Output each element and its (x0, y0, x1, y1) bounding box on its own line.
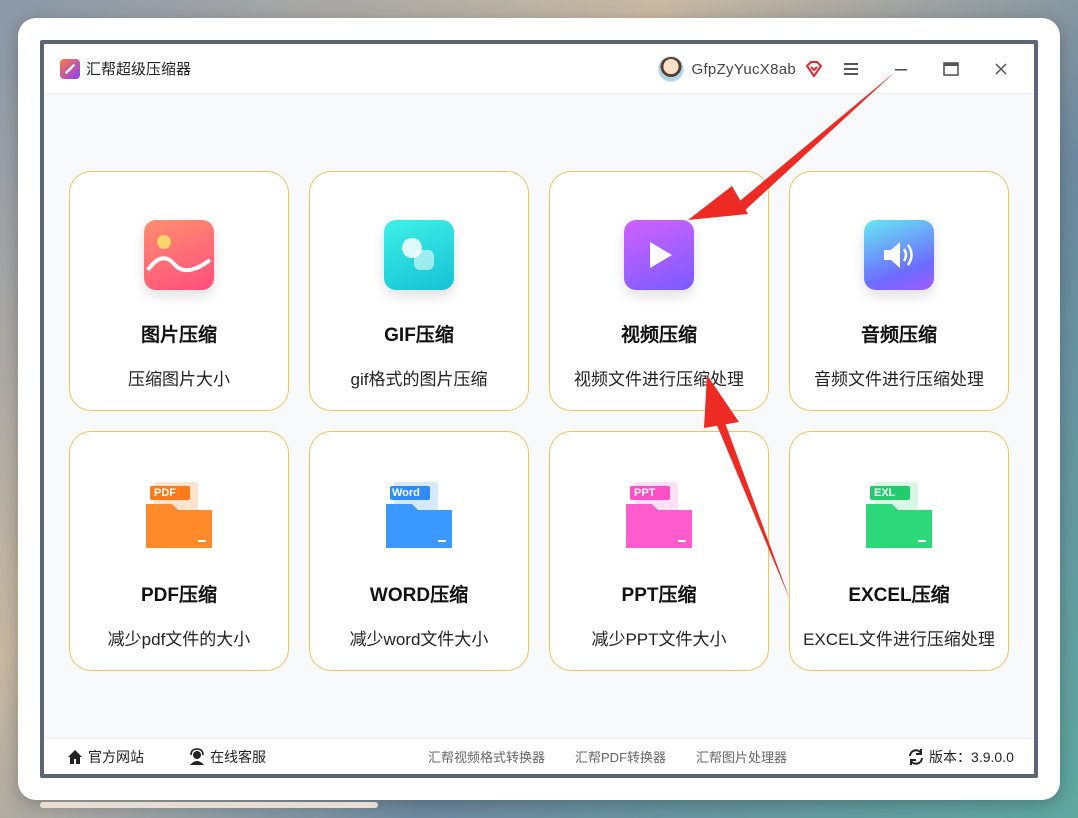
maximize-button[interactable] (938, 56, 964, 82)
tile-title: PDF压缩 (140, 585, 217, 606)
tile-image-compress[interactable]: 图片压缩 压缩图片大小 (69, 171, 289, 411)
close-button[interactable] (988, 56, 1014, 82)
tile-pdf-compress[interactable]: PDF PDF压缩 减少pdf文件的大小 (69, 431, 289, 671)
tile-title: EXCEL压缩 (848, 585, 950, 606)
tile-subtitle: 减少pdf文件的大小 (107, 630, 251, 649)
tile-subtitle: gif格式的图片压缩 (350, 370, 488, 389)
word-folder-icon: Word (382, 478, 456, 552)
horizontal-scrollbar[interactable] (40, 802, 378, 808)
footer-link-video-converter[interactable]: 汇帮视频格式转换器 (428, 747, 545, 766)
tile-subtitle: 减少PPT文件大小 (591, 630, 727, 649)
app-logo-icon (60, 58, 80, 79)
refresh-icon (909, 748, 924, 765)
tile-subtitle: 减少word文件大小 (349, 630, 489, 649)
pdf-badge: PDF (154, 487, 176, 499)
app-title: 汇帮超级压缩器 (86, 61, 192, 78)
tile-excel-compress[interactable]: EXL EXCEL压缩 EXCEL文件进行压缩处理 (789, 431, 1009, 671)
minimize-icon (895, 69, 907, 71)
home-icon (68, 749, 82, 764)
word-badge: Word (392, 487, 420, 499)
website-label: 官方网站 (88, 748, 144, 765)
tile-subtitle: EXCEL文件进行压缩处理 (803, 630, 995, 649)
gif-icon (382, 218, 456, 292)
menu-button[interactable] (838, 56, 864, 82)
app-window: 汇帮超级压缩器 GfpZyYucX8ab 图片压缩 压缩图片大小 GIF压缩 g… (40, 40, 1038, 778)
ppt-badge: PPT (634, 487, 656, 499)
excel-badge: EXL (874, 487, 896, 499)
tile-audio-compress[interactable]: 音频压缩 音频文件进行压缩处理 (789, 171, 1009, 411)
online-support-link[interactable]: 在线客服 (188, 747, 266, 767)
tile-subtitle: 视频文件进行压缩处理 (574, 370, 744, 389)
image-icon (142, 218, 216, 292)
footer-link-pdf-converter[interactable]: 汇帮PDF转换器 (575, 747, 666, 766)
vip-diamond-icon[interactable] (804, 59, 824, 79)
maximize-icon (943, 62, 959, 76)
version-info[interactable]: 版本：3.9.0.0 (907, 747, 1014, 767)
tile-title: GIF压缩 (384, 325, 454, 346)
tile-title: WORD压缩 (369, 585, 469, 606)
tile-title: 图片压缩 (140, 325, 217, 346)
tile-title: PPT压缩 (621, 585, 697, 606)
tile-subtitle: 音频文件进行压缩处理 (814, 370, 984, 389)
tile-video-compress[interactable]: 视频压缩 视频文件进行压缩处理 (549, 171, 769, 411)
close-icon (995, 63, 1007, 75)
official-website-link[interactable]: 官方网站 (66, 747, 144, 767)
customer-service-icon (190, 747, 204, 765)
avatar[interactable] (657, 56, 684, 82)
minimize-button[interactable] (888, 56, 914, 82)
version-label: 版本：3.9.0.0 (929, 748, 1014, 765)
footer-link-image-processor[interactable]: 汇帮图片处理器 (696, 747, 787, 766)
tile-gif-compress[interactable]: GIF压缩 gif格式的图片压缩 (309, 171, 529, 411)
tile-ppt-compress[interactable]: PPT PPT压缩 减少PPT文件大小 (549, 431, 769, 671)
tile-title: 视频压缩 (620, 325, 697, 346)
tile-subtitle: 压缩图片大小 (128, 370, 230, 389)
excel-folder-icon: EXL (862, 478, 936, 552)
feature-grid: 图片压缩 压缩图片大小 GIF压缩 gif格式的图片压缩 视频压缩 视频文件进行… (69, 171, 1009, 671)
ppt-folder-icon: PPT (622, 478, 696, 552)
tile-title: 音频压缩 (860, 325, 937, 346)
status-bar: 官方网站 在线客服 汇帮视频格式转换器 汇帮PDF转换器 汇帮图片处理器 版本：… (44, 738, 1034, 774)
title-bar: 汇帮超级压缩器 GfpZyYucX8ab (44, 44, 1034, 94)
support-label: 在线客服 (210, 748, 266, 765)
hamburger-icon (844, 63, 858, 75)
tile-word-compress[interactable]: Word WORD压缩 减少word文件大小 (309, 431, 529, 671)
username[interactable]: GfpZyYucX8ab (692, 61, 797, 78)
video-play-icon (622, 218, 696, 292)
speaker-icon (862, 218, 936, 292)
user-account[interactable]: GfpZyYucX8ab (657, 56, 825, 82)
pdf-folder-icon: PDF (142, 478, 216, 552)
